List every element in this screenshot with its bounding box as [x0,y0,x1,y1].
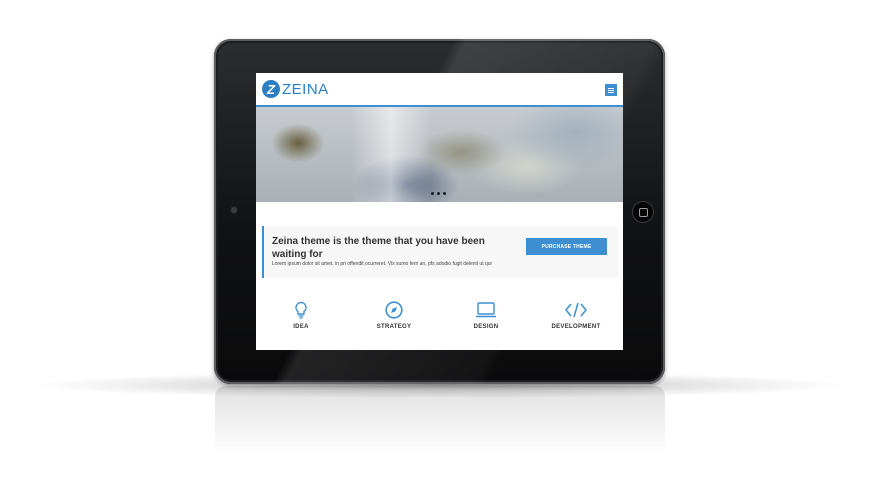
feature-label: IDEA [293,324,309,330]
site-logo[interactable]: Z ZEINA [262,79,329,99]
feature-design[interactable]: DESIGN [446,301,526,330]
site-header: Z ZEINA [256,73,623,107]
front-camera [231,207,237,213]
compass-icon [385,301,403,319]
laptop-icon [476,302,496,318]
feature-label: DEVELOPMENT [551,324,601,330]
hamburger-icon-line [608,91,614,93]
callout-box: Zeina theme is the theme that you have b… [262,226,618,278]
feature-idea[interactable]: IDEA [261,301,341,330]
slider-dot[interactable] [437,192,440,195]
slider-dots [431,192,446,195]
purchase-theme-button[interactable]: PURCHASE THEME [526,238,607,255]
hero-slider[interactable] [256,107,623,202]
callout-text: Lorem ipsum dolor sit amet, in pri offen… [272,261,492,267]
lightbulb-icon [295,301,307,319]
tablet-reflection [215,386,665,456]
tablet-screen: Z ZEINA Zeina theme is the theme that yo… [256,73,623,350]
logo-mark: Z [262,80,280,98]
logo-text: ZEINA [282,80,329,98]
home-button-icon [638,207,648,217]
features-row: IDEA STRATEGY DESIGN DEVELOPMENT [256,301,623,341]
slider-dot[interactable] [431,192,434,195]
hamburger-icon-line [608,89,614,91]
feature-strategy[interactable]: STRATEGY [354,301,434,330]
feature-development[interactable]: DEVELOPMENT [536,301,616,330]
product-mockup-scene: Z ZEINA Zeina theme is the theme that yo… [0,0,880,479]
hero-light-flare [351,107,431,202]
code-icon [565,302,587,318]
home-button[interactable] [632,201,654,223]
feature-label: STRATEGY [376,324,412,330]
feature-label: DESIGN [473,324,499,330]
hamburger-icon-line [608,87,614,89]
slider-dot[interactable] [443,192,446,195]
callout-title: Zeina theme is the theme that you have b… [272,236,485,260]
menu-button[interactable] [605,84,617,96]
